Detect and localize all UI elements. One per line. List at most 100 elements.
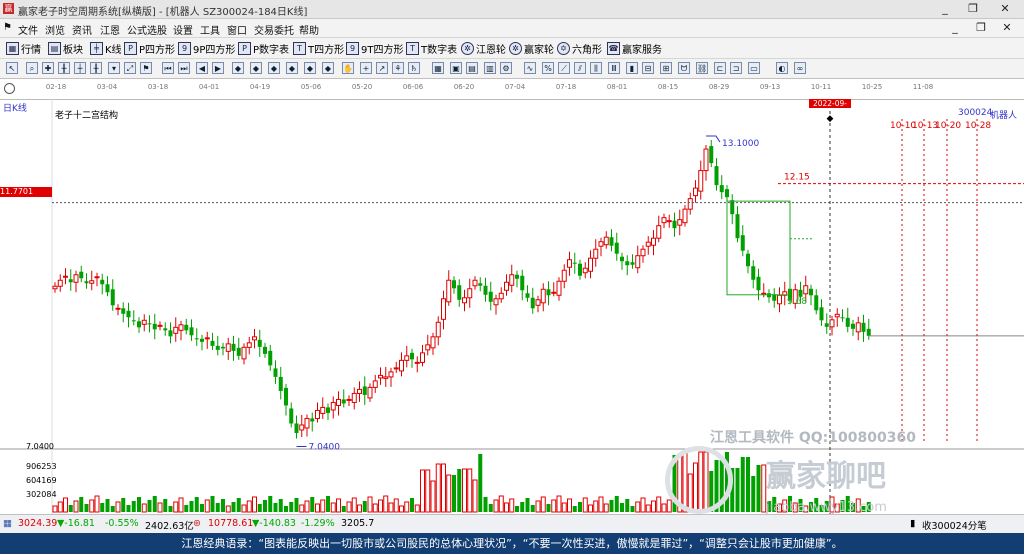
last-page-icon[interactable]: ⏭ xyxy=(178,62,190,74)
calendar-tool-icon[interactable]: ▦ xyxy=(432,62,444,74)
candle-alt-tool-icon[interactable]: ╂ xyxy=(90,62,102,74)
candle-body xyxy=(115,307,121,310)
candle-body xyxy=(441,298,446,320)
sz-index-icon[interactable]: ⊛ xyxy=(193,518,201,529)
mark-tool-icon[interactable]: ᗢ xyxy=(678,62,690,74)
crosshair-tool-icon[interactable]: ✚ xyxy=(42,62,54,74)
drawing-toolbar: ↖ ⌕ ✚ ╫ ┼ ╂ ▾ ⤢ ⚑ ⏮ ⏭ ◀ ▶ ◆ ◆ ◆ ◆ ◆ ◆ ✋ … xyxy=(0,59,1024,79)
candle-tool-icon[interactable]: ┼ xyxy=(74,62,86,74)
maximize-button[interactable]: ❐ xyxy=(958,0,988,18)
toolbar-9t-square-button[interactable]: 9 9T四方形 xyxy=(346,41,403,56)
cursor-tool-icon[interactable]: ↖ xyxy=(6,62,18,74)
percent-tool-icon[interactable]: % xyxy=(542,62,554,74)
menu-settings[interactable]: 设置 xyxy=(173,22,193,37)
toolbar-t-square-button[interactable]: T T四方形 xyxy=(293,41,344,56)
menu-trade[interactable]: 交易委托 xyxy=(254,22,294,37)
hand-tool-icon[interactable]: ✋ xyxy=(342,62,354,74)
toolbar-kline-button[interactable]: ╪ K线 xyxy=(90,41,122,56)
link-tool-icon[interactable]: ∞ xyxy=(794,62,806,74)
color-tool-icon[interactable]: ◐ xyxy=(776,62,788,74)
candle-body xyxy=(189,327,194,336)
candle-body xyxy=(540,288,546,304)
column-tool-icon[interactable]: ▮ xyxy=(626,62,638,74)
candle-body xyxy=(598,241,604,247)
gann-angle-6-icon[interactable]: ◆ xyxy=(322,62,334,74)
toolbar-9p-square-button[interactable]: 9 9P四方形 xyxy=(178,41,235,56)
mdi-close-button[interactable]: ✕ xyxy=(992,19,1022,37)
candle-body xyxy=(367,386,373,399)
menu-file[interactable]: 文件 xyxy=(18,22,38,37)
volume-bar xyxy=(221,499,225,512)
table-tool-icon[interactable]: ▤ xyxy=(466,62,478,74)
chain-tool-icon[interactable]: ⛓ xyxy=(696,62,708,74)
plus-tool-icon[interactable]: + xyxy=(360,62,372,74)
volume-bar xyxy=(157,502,163,513)
kline-chart[interactable]: 13.1000 7.0400 12.15 9.68 ◆ 10-10 10-13 10-20 10… xyxy=(0,99,1024,515)
candle-body xyxy=(620,256,624,262)
rect-tool-icon[interactable]: ▭ xyxy=(748,62,760,74)
gann-angle-2-icon[interactable]: ◆ xyxy=(250,62,262,74)
toolbar-p-square-button[interactable]: P P四方形 xyxy=(124,41,175,56)
gann-angle-1-icon[interactable]: ◆ xyxy=(232,62,244,74)
menu-gann[interactable]: 江恩 xyxy=(100,22,120,37)
menu-tools[interactable]: 工具 xyxy=(200,22,220,37)
double-tool-icon[interactable]: ⊟ xyxy=(642,62,654,74)
fan-tool-icon[interactable]: ⚘ xyxy=(392,62,404,74)
menu-formula[interactable]: 公式选股 xyxy=(127,22,167,37)
settings-tool-icon[interactable]: ⚙ xyxy=(500,62,512,74)
bracket-tool-icon[interactable]: ⊏ xyxy=(714,62,726,74)
toolbar-hexagon-button[interactable]: ✡ 六角形 xyxy=(557,41,602,56)
minimize-button[interactable]: _ xyxy=(930,0,960,18)
layout-tool-icon[interactable]: ▥ xyxy=(484,62,496,74)
toolbar-gann-wheel-button[interactable]: ✲ 江恩轮 xyxy=(461,41,506,56)
candle-body xyxy=(809,288,813,296)
flag-tool-icon[interactable]: ⚑ xyxy=(140,62,152,74)
bars-tool-icon[interactable]: Ⅲ xyxy=(608,62,620,74)
toolbar-p-number-button[interactable]: P P数字表 xyxy=(238,41,289,56)
menu-window[interactable]: 窗口 xyxy=(227,22,247,37)
toolbar-service-button[interactable]: ☎ 赢家服务 xyxy=(607,41,662,56)
volume-bar xyxy=(168,506,173,512)
volume-axis-label: 906253 xyxy=(26,462,57,471)
zoom-tool-icon[interactable]: ⤢ xyxy=(124,62,136,74)
first-page-icon[interactable]: ⏮ xyxy=(162,62,174,74)
gann-angle-4-icon[interactable]: ◆ xyxy=(286,62,298,74)
toolbar-quotes-button[interactable]: ▦ 行情 xyxy=(6,41,41,56)
channel-tool-icon[interactable]: ⫽ xyxy=(574,62,586,74)
menu-info[interactable]: 资讯 xyxy=(72,22,92,37)
gann-angle-5-icon[interactable]: ◆ xyxy=(304,62,316,74)
next-icon[interactable]: ▶ xyxy=(212,62,224,74)
period-tool-icon[interactable]: ⫼ xyxy=(590,62,602,74)
volume-bar xyxy=(315,503,320,513)
volume-bar xyxy=(588,504,593,513)
gann-angle-3-icon[interactable]: ◆ xyxy=(268,62,280,74)
candle-body xyxy=(751,266,756,280)
toolbar-t-number-button[interactable]: T T数字表 xyxy=(406,41,457,56)
search-tool-icon[interactable]: ⌕ xyxy=(26,62,38,74)
menu-browse[interactable]: 浏览 xyxy=(45,22,65,37)
arrow-tool-icon[interactable]: ↗ xyxy=(376,62,388,74)
toolbar-winner-wheel-button[interactable]: ✲ 赢家轮 xyxy=(509,41,554,56)
close-button[interactable]: ✕ xyxy=(990,0,1020,18)
menu-help[interactable]: 帮助 xyxy=(299,22,319,37)
volume-bar xyxy=(735,468,740,512)
wave-tool-icon[interactable]: ∿ xyxy=(524,62,536,74)
level-tool-icon[interactable]: ♄ xyxy=(408,62,420,74)
candle-body xyxy=(246,342,252,348)
prev-icon[interactable]: ◀ xyxy=(196,62,208,74)
window-title: 赢家老子时空周期系统[纵横版] - [机器人 SZ300024-184日K线] xyxy=(18,7,308,18)
toolbar-sector-button[interactable]: ▤ 板块 xyxy=(48,41,83,56)
date-tick-label: 11-08 xyxy=(913,83,933,91)
candle-body xyxy=(630,262,635,265)
bar-tool-icon[interactable]: ╫ xyxy=(58,62,70,74)
sh-index-icon[interactable]: ▦ xyxy=(3,518,12,529)
box-tool-icon[interactable]: ⊐ xyxy=(730,62,742,74)
grid-tool-icon[interactable]: ⊞ xyxy=(660,62,672,74)
ray-tool-icon[interactable]: ⟋ xyxy=(558,62,570,74)
dropdown-tool-icon[interactable]: ▾ xyxy=(108,62,120,74)
candle-body xyxy=(546,289,551,296)
save-tool-icon[interactable]: ▣ xyxy=(450,62,462,74)
volume-bar xyxy=(598,496,604,513)
app-menu-icon[interactable]: ⚑ xyxy=(3,22,12,33)
sh-index-change: ▼-16.81 xyxy=(57,518,95,529)
